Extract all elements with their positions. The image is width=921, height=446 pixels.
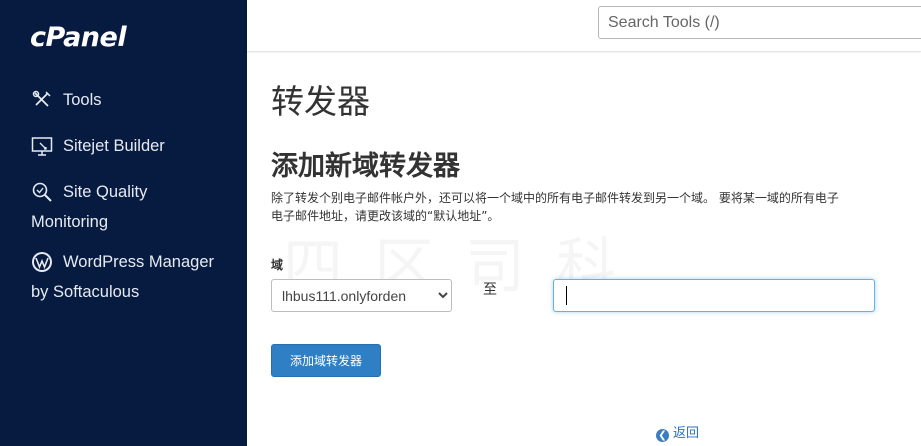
main-content: 转发器 添加新域转发器 除了转发个别电子邮件帐户外，还可以将一个域中的所有电子邮… (247, 53, 921, 446)
search-tools-input[interactable] (598, 6, 921, 39)
sitejet-monitor-icon (31, 135, 53, 157)
text-caret (566, 286, 567, 305)
description-line-1: 除了转发个别电子邮件帐户外，还可以将一个域中的所有电子邮件转发到另一个域。 要将… (271, 191, 839, 205)
cpanel-logo[interactable]: cPanel (30, 22, 127, 53)
domain-select[interactable]: lhbus111.onlyforden (271, 279, 452, 312)
section-title: 添加新域转发器 (271, 151, 460, 182)
sidebar-item-label: WordPress Manager (63, 253, 215, 271)
back-arrow-icon: ❮ (656, 429, 669, 442)
site-quality-search-icon (31, 181, 53, 203)
sidebar-item-label-line2: by Softaculous (31, 283, 140, 301)
add-domain-forwarder-button[interactable]: 添加域转发器 (271, 344, 381, 377)
sidebar-item-label-line2: Monitoring (31, 213, 109, 231)
back-link-label: 返回 (673, 426, 700, 441)
to-label: 至 (483, 282, 497, 298)
back-link[interactable]: ❮ 返回 (656, 422, 699, 442)
sidebar-item-sitejet[interactable]: Sitejet Builder (0, 131, 165, 161)
target-domain-input[interactable] (553, 279, 875, 312)
sidebar-item-site-quality[interactable]: Site Quality Monitoring (0, 177, 147, 237)
top-header (247, 0, 921, 52)
sidebar-item-wordpress-manager[interactable]: WordPress Manager by Softaculous (0, 247, 214, 307)
tools-icon (31, 89, 53, 111)
domain-label: 域 (271, 258, 284, 272)
sidebar-item-tools[interactable]: Tools (0, 85, 102, 115)
sidebar: cPanel Tools Sitejet Builder Site Qualit… (0, 0, 247, 446)
page-title: 转发器 (271, 82, 370, 121)
wordpress-icon (31, 251, 53, 273)
